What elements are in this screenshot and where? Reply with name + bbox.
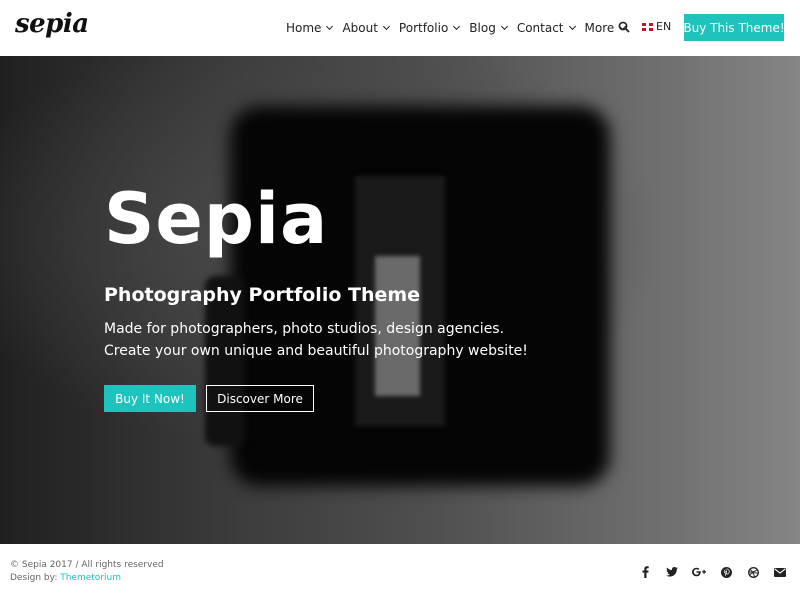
nav-item-blog[interactable]: Blog <box>469 21 508 35</box>
hero-subtitle: Photography Portfolio Theme <box>104 284 421 306</box>
chevron-down-icon <box>326 22 334 31</box>
design-credit: Design by: Themetorium <box>10 573 121 583</box>
site-header: sepia Home About Portfolio Blog Contact … <box>0 0 800 56</box>
site-footer: © Sepia 2017 / All rights reserved Desig… <box>0 544 800 600</box>
language-switcher[interactable]: EN <box>642 20 671 33</box>
social-links <box>638 565 800 579</box>
google-plus-icon[interactable] <box>692 565 706 579</box>
email-icon[interactable] <box>773 565 787 579</box>
nav-item-label: Blog <box>469 21 496 35</box>
pinterest-icon[interactable] <box>719 565 733 579</box>
nav-item-portfolio[interactable]: Portfolio <box>398 21 461 35</box>
dribbble-icon[interactable] <box>746 565 760 579</box>
chevron-down-icon <box>453 22 461 31</box>
nav-item-label: Home <box>286 21 322 35</box>
hero-section: Sepia Photography Portfolio Theme Made f… <box>0 56 800 544</box>
twitter-icon[interactable] <box>665 565 679 579</box>
buy-theme-button[interactable]: Buy This Theme! <box>683 14 785 41</box>
site-logo[interactable]: sepia <box>15 9 89 39</box>
nav-item-label: Contact <box>516 21 564 35</box>
nav-item-about[interactable]: About <box>342 21 390 35</box>
nav-item-contact[interactable]: Contact <box>516 21 576 35</box>
main-nav: Home About Portfolio Blog Contact More <box>286 0 635 56</box>
buy-now-button[interactable]: Buy It Now! <box>104 385 196 412</box>
uk-flag-icon <box>642 22 653 31</box>
nav-item-label: About <box>342 21 378 35</box>
chevron-down-icon <box>568 22 576 31</box>
hero-description: Made for photographers, photo studios, d… <box>104 318 528 362</box>
hero-description-line: Create your own unique and beautiful pho… <box>104 343 528 359</box>
copyright-text: © Sepia 2017 / All rights reserved <box>10 560 164 570</box>
chevron-down-icon <box>382 22 390 31</box>
discover-more-button[interactable]: Discover More <box>206 385 314 412</box>
designer-link[interactable]: Themetorium <box>60 573 121 583</box>
design-credit-label: Design by: <box>10 573 58 583</box>
nav-item-home[interactable]: Home <box>286 21 334 35</box>
nav-item-label: More <box>584 21 615 35</box>
language-label: EN <box>656 20 672 33</box>
nav-item-label: Portfolio <box>398 21 449 35</box>
facebook-icon[interactable] <box>638 565 652 579</box>
search-icon[interactable] <box>618 21 630 33</box>
hero-description-line: Made for photographers, photo studios, d… <box>104 321 505 337</box>
chevron-down-icon <box>500 22 508 31</box>
hero-title: Sepia <box>104 178 329 260</box>
